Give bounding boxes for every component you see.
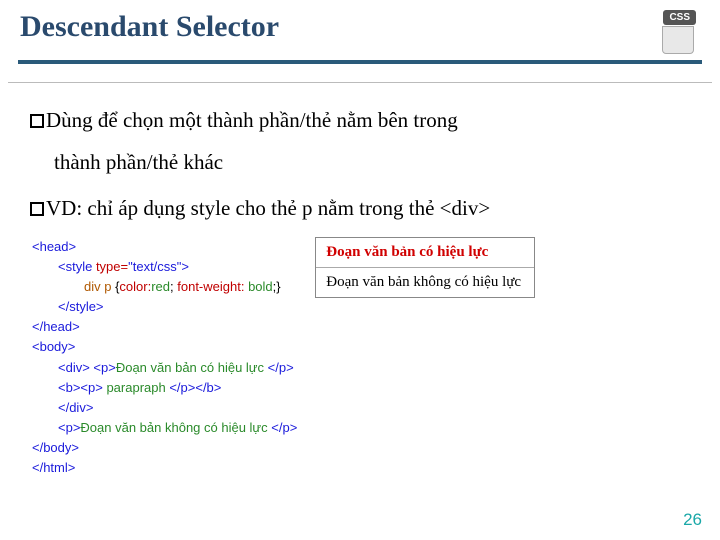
bullet-2: VD: chỉ áp dụng style cho thẻ p nằm tron…	[30, 189, 690, 229]
output-line-1: Đoạn văn bản có hiệu lực	[316, 238, 534, 267]
css-icon: CSS	[652, 10, 700, 54]
bullet-box-icon	[30, 202, 44, 216]
code-output-row: <head> <style type="text/css"> div p {co…	[30, 237, 690, 479]
bullet-box-icon	[30, 114, 44, 128]
slide-content: Dùng để chọn một thành phần/thẻ nằm bên …	[0, 83, 720, 478]
bullet-1: Dùng để chọn một thành phần/thẻ nằm bên …	[30, 101, 690, 141]
slide-header: Descendant Selector CSS	[0, 0, 720, 60]
output-line-2: Đoạn văn bản không có hiệu lực	[316, 267, 534, 297]
rendered-output: Đoạn văn bản có hiệu lực Đoạn văn bản kh…	[315, 237, 535, 298]
divider-thick	[18, 60, 702, 64]
page-title: Descendant Selector	[20, 10, 279, 44]
page-number: 26	[683, 510, 702, 530]
bullet-1-cont: thành phần/thẻ khác	[54, 143, 690, 183]
code-example: <head> <style type="text/css"> div p {co…	[30, 237, 297, 479]
